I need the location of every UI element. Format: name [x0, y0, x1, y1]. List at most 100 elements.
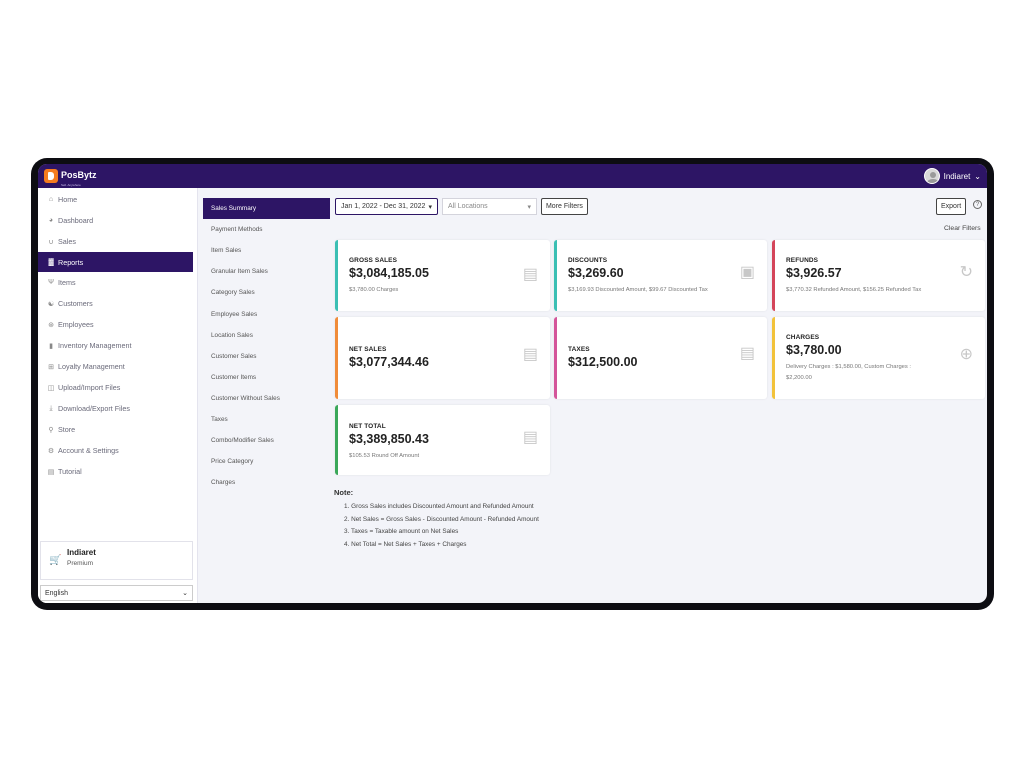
top-bar: PosBytz Sell. Anywhere Indiaret ⌄: [38, 164, 987, 188]
loyalty-icon: ⊞: [48, 363, 54, 371]
logo-icon: [44, 169, 58, 183]
report-nav-customer-sales[interactable]: Customer Sales: [203, 346, 333, 367]
chevron-down-icon: ⌄: [974, 171, 981, 181]
store-icon: ⚲: [48, 426, 54, 434]
taxes-card: TAXES $312,500.00 ▤: [554, 317, 767, 399]
card-value: $3,084,185.05: [349, 266, 429, 280]
sales-icon: ∪: [48, 238, 54, 246]
report-nav-combo-modifier-sales[interactable]: Combo/Modifier Sales: [203, 430, 333, 451]
sidebar: ⌂ Home ◕ Dashboard ∪ Sales ▓ Reports Ψ Items …: [38, 188, 198, 603]
reports-icon: ▓: [48, 258, 54, 266]
plus-circle-icon: ⊕: [959, 346, 973, 363]
device-frame: PosBytz Sell. Anywhere Indiaret ⌄ ⌂ Home …: [31, 158, 994, 610]
sidebar-item-store[interactable]: ⚲ Store: [38, 419, 197, 440]
export-button[interactable]: Export: [936, 198, 967, 215]
sidebar-item-download[interactable]: ⤓ Download/Export Files: [38, 398, 197, 419]
receipt-icon: ▤: [522, 266, 538, 283]
inventory-icon: ▮: [49, 342, 53, 350]
net-total-card: NET TOTAL $3,389,850.43 $105.53 Round Of…: [335, 405, 550, 475]
plan-card[interactable]: 🛒 Indiaret Premium: [40, 541, 193, 580]
language-value: English: [45, 589, 68, 597]
sidebar-item-reports[interactable]: ▓ Reports: [38, 252, 193, 272]
app-screen: PosBytz Sell. Anywhere Indiaret ⌄ ⌂ Home …: [38, 164, 987, 603]
home-icon: ⌂: [48, 196, 54, 203]
settings-icon: ⚙: [47, 447, 55, 455]
report-nav-price-category[interactable]: Price Category: [203, 451, 333, 472]
gross-sales-card: GROSS SALES $3,084,185.05 $3,780.00 Char…: [335, 240, 550, 311]
chevron-down-icon: ⌄: [182, 590, 188, 597]
card-label: GROSS SALES: [349, 257, 398, 264]
card-value: $3,077,344.46: [349, 355, 429, 369]
card-label: REFUNDS: [786, 257, 819, 264]
items-icon: Ψ: [48, 279, 54, 286]
document-icon: ▤: [739, 345, 755, 362]
sidebar-item-sales[interactable]: ∪ Sales: [38, 231, 197, 252]
charges-card: CHARGES $3,780.00 Delivery Charges : $1,…: [772, 317, 985, 399]
note-title: Note:: [334, 488, 354, 497]
report-nav-item-sales[interactable]: Item Sales: [203, 240, 333, 261]
report-nav-charges[interactable]: Charges: [203, 472, 333, 493]
app-logo[interactable]: PosBytz Sell. Anywhere: [44, 165, 97, 187]
user-menu[interactable]: Indiaret ⌄: [923, 168, 981, 184]
percent-icon: ▣: [739, 264, 755, 281]
date-range-value: Jan 1, 2022 - Dec 31, 2022: [341, 203, 426, 210]
report-nav-granular-item-sales[interactable]: Granular Item Sales: [203, 261, 333, 282]
note-item: 2. Net Sales = Gross Sales - Discounted …: [344, 515, 539, 523]
upload-icon: ◫: [47, 384, 55, 392]
card-subtext: Delivery Charges : $1,580.00, Custom Cha…: [786, 364, 912, 381]
report-nav-customer-without-sales[interactable]: Customer Without Sales: [203, 388, 333, 409]
sidebar-item-inventory[interactable]: ▮ Inventory Management: [38, 335, 197, 356]
date-range-picker[interactable]: Jan 1, 2022 - Dec 31, 2022 ▾: [335, 198, 438, 215]
report-nav: Sales Summary Payment Methods Item Sales…: [203, 198, 333, 493]
report-nav-sales-summary[interactable]: Sales Summary: [203, 198, 330, 220]
card-value: $3,389,850.43: [349, 432, 429, 446]
clear-filters-link[interactable]: Clear Filters: [944, 225, 981, 232]
report-nav-location-sales[interactable]: Location Sales: [203, 325, 333, 346]
card-subtext: $3,780.00 Charges: [349, 287, 399, 293]
report-nav-payment-methods[interactable]: Payment Methods: [203, 219, 333, 240]
sidebar-item-upload[interactable]: ◫ Upload/Import Files: [38, 377, 197, 398]
card-label: CHARGES: [786, 334, 820, 341]
note-item: 1. Gross Sales includes Discounted Amoun…: [344, 503, 534, 510]
user-name: Indiaret: [943, 171, 971, 181]
sidebar-item-loyalty[interactable]: ⊞ Loyalty Management: [38, 356, 197, 377]
net-sales-card: NET SALES $3,077,344.46 ▤: [335, 317, 550, 399]
tutorial-icon: ▤: [47, 468, 55, 476]
report-nav-taxes[interactable]: Taxes: [203, 409, 333, 430]
card-label: NET TOTAL: [349, 423, 386, 430]
card-label: TAXES: [568, 346, 590, 353]
location-value: All Locations: [447, 203, 488, 210]
report-nav-customer-items[interactable]: Customer Items: [203, 367, 333, 388]
app-tagline: Sell. Anywhere: [61, 183, 81, 187]
download-icon: ⤓: [49, 404, 53, 412]
caret-down-icon: ▾: [527, 203, 531, 211]
report-nav-employee-sales[interactable]: Employee Sales: [203, 303, 333, 324]
note-item: 3. Taxes = Taxable amount on Net Sales: [344, 528, 459, 535]
card-subtext: $3,169.93 Discounted Amount, $99.67 Disc…: [568, 287, 708, 293]
help-icon[interactable]: ?: [973, 200, 982, 209]
cash-icon: ▤: [522, 429, 538, 446]
card-subtext: $105.53 Round Off Amount: [349, 453, 420, 459]
location-select[interactable]: All Locations ▾: [441, 198, 537, 215]
language-select[interactable]: English ⌄: [40, 585, 193, 601]
plan-tier: Premium: [67, 560, 94, 567]
sidebar-item-items[interactable]: Ψ Items: [38, 272, 197, 293]
sidebar-item-dashboard[interactable]: ◕ Dashboard: [38, 210, 197, 231]
card-value: $3,780.00: [786, 343, 842, 357]
plan-name: Indiaret: [67, 548, 96, 557]
more-filters-button[interactable]: More Filters: [540, 198, 588, 215]
avatar: [923, 168, 940, 184]
cart-icon: 🛒: [49, 555, 62, 566]
discounts-card: DISCOUNTS $3,269.60 $3,169.93 Discounted…: [554, 240, 767, 311]
sidebar-item-home[interactable]: ⌂ Home: [38, 189, 197, 210]
report-nav-category-sales[interactable]: Category Sales: [203, 282, 333, 303]
card-label: DISCOUNTS: [568, 257, 608, 264]
app-name: PosBytz: [61, 170, 97, 180]
sidebar-item-employees[interactable]: ⊛ Employees: [38, 314, 197, 335]
employees-icon: ⊛: [48, 321, 54, 329]
note-section: Note: 1. Gross Sales includes Discounted…: [334, 488, 539, 553]
sidebar-item-customers[interactable]: ☯ Customers: [38, 293, 197, 314]
sidebar-item-settings[interactable]: ⚙ Account & Settings: [38, 440, 197, 461]
sidebar-item-tutorial[interactable]: ▤ Tutorial: [38, 461, 197, 482]
refunds-card: REFUNDS $3,926.57 $3,770.32 Refunded Amo…: [772, 240, 985, 311]
